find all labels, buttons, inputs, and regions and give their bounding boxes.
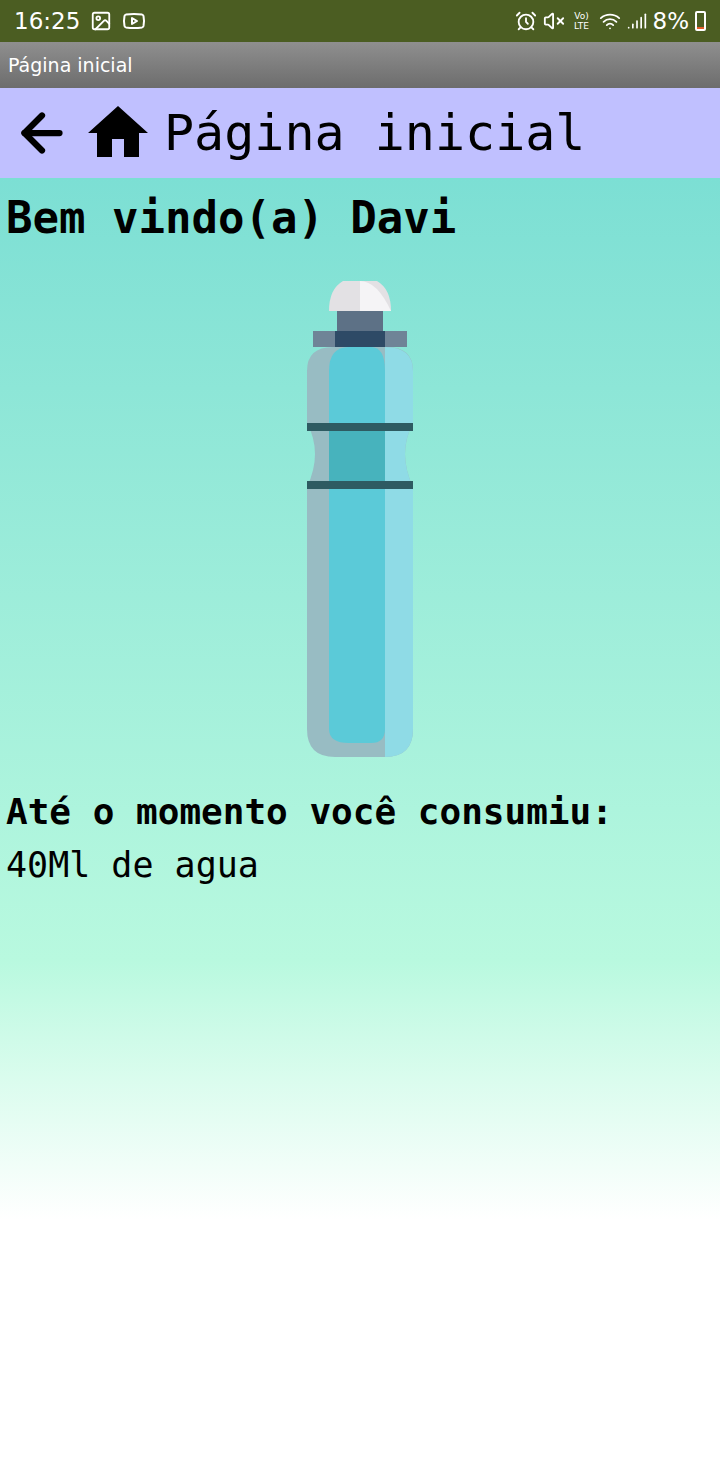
volte-indicator: Vo) LTE	[571, 11, 593, 31]
clock: 16:25	[14, 4, 80, 39]
youtube-icon	[122, 9, 146, 33]
wifi-icon	[599, 10, 621, 32]
home-icon[interactable]	[82, 97, 154, 169]
mute-icon	[543, 10, 565, 32]
header-title: Página inicial	[164, 108, 585, 158]
water-bottle-icon	[285, 281, 435, 759]
back-arrow-icon[interactable]	[12, 103, 72, 163]
title-bar: Página inicial	[0, 42, 720, 88]
consumption-amount: 40Ml de agua	[6, 844, 714, 888]
window-title: Página inicial	[8, 51, 133, 80]
screen: 16:25 Vo) LTE 8% Página inicial Página inici…	[0, 0, 720, 1480]
status-bar: 16:25 Vo) LTE 8%	[0, 0, 720, 42]
signal-icon	[627, 11, 647, 31]
app-header: Página inicial	[0, 88, 720, 178]
battery-icon	[695, 11, 706, 31]
greeting: Bem vindo(a) Davi	[6, 190, 714, 245]
gallery-icon	[90, 10, 112, 32]
battery-percent: 8%	[653, 4, 690, 39]
content: Bem vindo(a) Davi Até o momento você cons…	[0, 178, 720, 1480]
alarm-icon	[515, 10, 537, 32]
consumption-label: Até o momento você consumiu:	[6, 789, 714, 834]
